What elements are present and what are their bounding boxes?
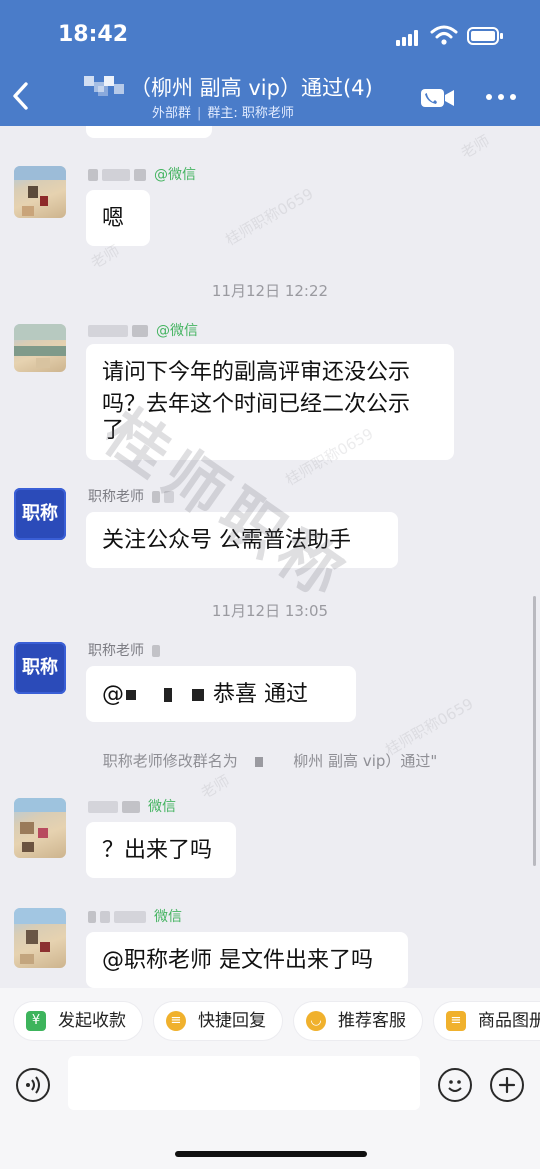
emoji-button[interactable]	[438, 1068, 472, 1102]
quick-action-recommend-service[interactable]: ◡ 推荐客服	[294, 1002, 422, 1040]
recommend-icon: ◡	[306, 1011, 326, 1031]
yen-icon: ¥	[26, 1011, 46, 1031]
scrollbar[interactable]	[533, 596, 536, 866]
message-bubble[interactable]: 嗯	[86, 190, 150, 246]
wifi-icon	[430, 25, 458, 45]
watermark-text: 老师	[197, 771, 233, 803]
message-bubble-partial[interactable]	[86, 126, 212, 138]
group-type-label: 外部群	[152, 106, 192, 121]
avatar[interactable]	[14, 166, 66, 218]
sender-name: @微信	[88, 164, 196, 184]
sender-name: 职称老师	[88, 640, 164, 660]
timestamp: 11月12日 12:22	[211, 282, 329, 300]
quick-action-bar: ¥ 发起收款 ≡ 快捷回复 ◡ 推荐客服 ≡ 商品图册	[0, 988, 540, 1048]
mention-at: @	[102, 682, 124, 707]
message-input[interactable]	[68, 1056, 420, 1110]
quick-reply-icon: ≡	[166, 1011, 186, 1031]
message-bubble[interactable]: 请问下今年的副高评审还没公示 吗？去年这个时间已经二次公示 了	[86, 344, 454, 460]
wechat-source-tag: @微信	[156, 323, 198, 339]
avatar[interactable]	[14, 324, 66, 372]
watermark-text: 桂师职称0659	[222, 184, 317, 250]
message-line: 吗？去年这个时间已经二次公示	[102, 392, 411, 417]
sender-name: @微信	[88, 320, 198, 340]
catalog-icon: ≡	[446, 1011, 466, 1031]
timestamp: 11月12日 13:05	[211, 602, 329, 620]
status-time: 18:42	[58, 22, 129, 47]
chat-subtitle: 外部群 | 群主: 职称老师	[152, 106, 294, 121]
add-attachment-button[interactable]	[490, 1068, 524, 1102]
more-options-icon[interactable]	[486, 94, 516, 102]
chat-title[interactable]: （柳州 副高 vip）通过(4)	[84, 72, 404, 102]
message-bubble[interactable]: @职称老师 是文件出来了吗	[86, 932, 408, 988]
chat-header: 18:42 （柳州 副高 vip）通过(4) 外部群 | 群主: 职称老师	[0, 0, 540, 126]
quick-action-collect-payment[interactable]: ¥ 发起收款	[14, 1002, 142, 1040]
voice-input-button[interactable]	[16, 1068, 50, 1102]
group-owner-label: 群主: 职称老师	[207, 106, 294, 121]
back-button[interactable]	[6, 78, 36, 114]
plus-icon	[498, 1076, 516, 1094]
message-line: 请问下今年的副高评审还没公示	[102, 360, 411, 385]
sender-name: 职称老师	[88, 486, 178, 506]
chat-title-text: （柳州 副高 vip）通过(4)	[130, 76, 373, 100]
quick-action-product-catalog[interactable]: ≡ 商品图册	[434, 1002, 540, 1040]
quick-action-quick-reply[interactable]: ≡ 快捷回复	[154, 1002, 282, 1040]
message-line: 了	[102, 418, 125, 443]
avatar[interactable]	[14, 908, 66, 968]
sender-name: 微信	[88, 906, 182, 926]
wechat-source-tag: @微信	[154, 167, 196, 183]
status-bar: 18:42	[0, 0, 540, 70]
voice-icon	[26, 1076, 40, 1094]
home-indicator	[175, 1151, 367, 1157]
sender-name: 微信	[88, 796, 176, 816]
avatar[interactable]	[14, 798, 66, 858]
chat-message-list[interactable]: @微信 嗯 11月12日 12:22 @微信 请问下今年的副高评审还没公示 吗？…	[0, 126, 540, 988]
wechat-source-tag: 微信	[148, 799, 176, 815]
avatar-logo[interactable]: 职称	[14, 488, 66, 540]
message-bubble[interactable]: ？出来了吗	[86, 822, 236, 878]
system-notice: 职称老师修改群名为 柳州 副高 vip）通过"	[102, 752, 438, 770]
message-bubble[interactable]: 关注公众号 公需普法助手	[86, 512, 398, 568]
message-bubble[interactable]: @ 恭喜 通过	[86, 666, 356, 722]
blurred-name-mosaic	[84, 76, 126, 96]
cellular-signal-icon	[396, 30, 420, 46]
battery-icon	[467, 27, 503, 45]
blurred-mention-name	[126, 690, 136, 700]
watermark-text: 老师	[457, 131, 493, 163]
video-call-icon[interactable]	[420, 86, 456, 110]
avatar-logo[interactable]: 职称	[14, 642, 66, 694]
wechat-source-tag: 微信	[154, 909, 182, 925]
emoji-icon	[448, 1080, 462, 1092]
